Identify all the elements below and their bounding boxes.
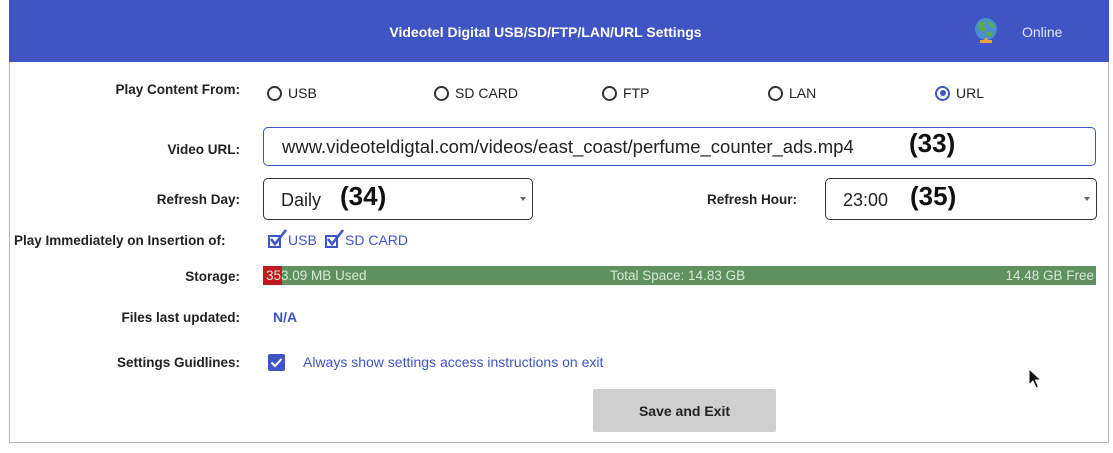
- video-url-value: www.videoteldigtal.com/videos/east_coast…: [282, 136, 854, 157]
- checkbox-sd-card-label: SD CARD: [345, 232, 409, 248]
- guidelines-text[interactable]: Always show settings access instructions…: [303, 354, 603, 370]
- caret-down-icon: [520, 197, 526, 201]
- online-status: Online: [1022, 24, 1063, 40]
- radio-usb[interactable]: USB: [267, 84, 317, 102]
- storage-free-text: 14.48 GB Free: [1005, 268, 1094, 283]
- checkbox-usb[interactable]: USB: [268, 229, 317, 249]
- radio-ftp-label: FTP: [623, 85, 650, 101]
- radio-sd-card-label: SD CARD: [455, 85, 519, 101]
- radio-usb-label: USB: [288, 85, 317, 101]
- play-immediately-label: Play Immediately on Insertion of:: [14, 233, 226, 248]
- storage-label: Storage:: [185, 269, 240, 284]
- refresh-hour-select[interactable]: 23:00 (35): [825, 178, 1097, 220]
- radio-circle: [267, 85, 282, 101]
- storage-total-text: Total Space: 14.83 GB: [610, 268, 746, 283]
- guidelines-label: Settings Guidlines:: [116, 355, 240, 370]
- mouse-pointer-icon: [1028, 367, 1043, 395]
- radio-url-label: URL: [956, 85, 985, 101]
- caret-down-icon: [1084, 197, 1090, 201]
- callout-34: (34): [340, 181, 387, 211]
- settings-window: [9, 0, 1109, 443]
- radio-circle: [602, 85, 617, 101]
- callout-35: (35): [910, 181, 957, 211]
- window-title: Videotel Digital USB/SD/FTP/LAN/URL Sett…: [389, 24, 702, 40]
- refresh-day-select[interactable]: Daily (34): [263, 178, 533, 220]
- refresh-hour-label: Refresh Hour:: [707, 192, 798, 207]
- radio-ftp[interactable]: FTP: [602, 84, 649, 102]
- checkbox-sd-card[interactable]: SD CARD: [325, 229, 409, 249]
- checkbox-sd-card-icon: [325, 229, 345, 248]
- video-url-input[interactable]: www.videoteldigtal.com/videos/east_coast…: [263, 127, 1096, 166]
- radio-sd-card[interactable]: SD CARD: [434, 84, 518, 102]
- guidelines-checkbox[interactable]: [268, 354, 285, 371]
- radio-url[interactable]: URL: [935, 84, 984, 102]
- globe-icon: [971, 16, 1001, 46]
- radio-lan-label: LAN: [789, 85, 817, 101]
- storage-used-text: 353.09 MB Used: [266, 268, 367, 283]
- radio-circle: [935, 85, 950, 101]
- refresh-hour-value: 23:00: [843, 190, 889, 210]
- storage-bar: 353.09 MB Used Total Space: 14.83 GB 14.…: [263, 266, 1096, 285]
- radio-lan[interactable]: LAN: [768, 84, 816, 102]
- refresh-day-label: Refresh Day:: [156, 192, 240, 207]
- check-icon: [270, 358, 283, 368]
- refresh-day-value: Daily: [281, 190, 322, 210]
- video-url-label: Video URL:: [167, 142, 240, 157]
- checkbox-usb-label: USB: [288, 232, 317, 248]
- play-content-label: Play Content From:: [115, 82, 240, 97]
- save-and-exit-button[interactable]: Save and Exit: [593, 389, 776, 432]
- radio-circle: [768, 85, 783, 101]
- files-updated-label: Files last updated:: [121, 310, 240, 325]
- callout-33: (33): [909, 128, 956, 158]
- radio-circle: [434, 85, 449, 101]
- files-updated-value: N/A: [273, 309, 298, 325]
- checkbox-usb-icon: [268, 229, 288, 248]
- title-bar: Videotel Digital USB/SD/FTP/LAN/URL Sett…: [9, 0, 1109, 62]
